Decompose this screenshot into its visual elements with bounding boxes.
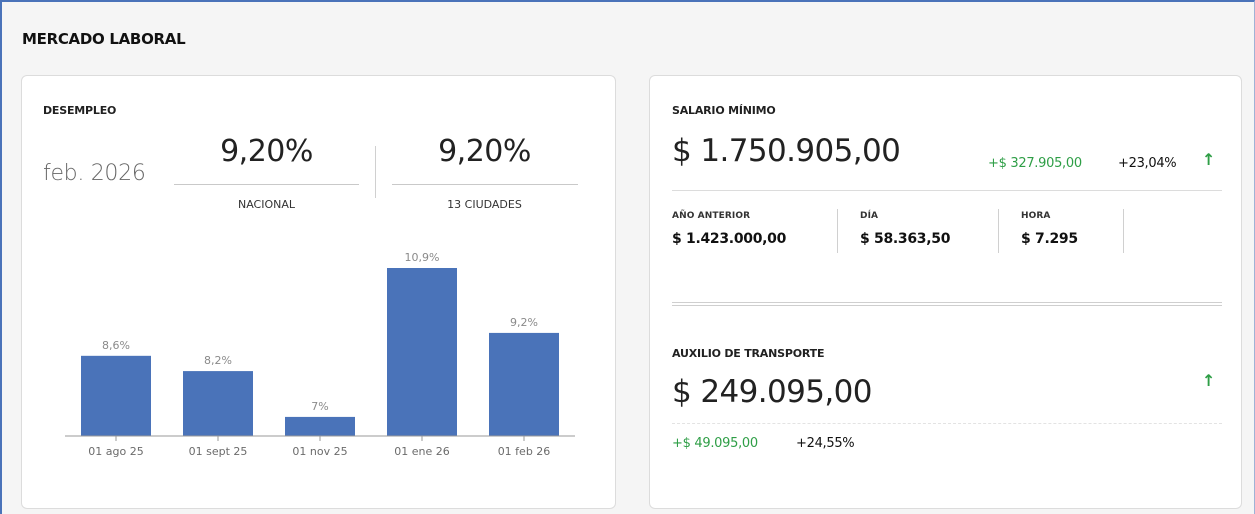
bar-value-label-2: 7% <box>311 400 328 413</box>
salario-arrow-up-icon: ↑ <box>1202 150 1216 169</box>
anterior-label: AÑO ANTERIOR <box>672 211 751 221</box>
bar-2[interactable] <box>285 416 355 436</box>
transporte-value: $ 249.095,00 <box>672 374 872 410</box>
bar-value-label-4: 9,2% <box>510 316 538 329</box>
desempleo-card: DESEMPLEO feb. 2026 9,20% NACIONAL 9,20%… <box>21 75 616 509</box>
x-tick-label-2: 01 nov 25 <box>292 445 347 458</box>
hora-value: $ 7.295 <box>1021 231 1078 247</box>
transporte-title: AUXILIO DE TRANSPORTE <box>672 347 825 360</box>
mercado-laboral-panel: MERCADO LABORAL DESEMPLEO feb. 2026 9,20… <box>0 0 1255 514</box>
x-tick-label-0: 01 ago 25 <box>88 445 143 458</box>
transporte-delta-abs: +$ 49.095,00 <box>672 436 758 451</box>
salario-divider <box>672 190 1222 191</box>
salario-delta-abs: +$ 327.905,00 <box>988 156 1082 171</box>
bar-4[interactable] <box>489 332 559 436</box>
x-tick-label-1: 01 sept 25 <box>189 445 248 458</box>
anterior-value: $ 1.423.000,00 <box>672 231 787 247</box>
section-title: MERCADO LABORAL <box>22 30 186 48</box>
bar-1[interactable] <box>183 371 253 436</box>
dia-value: $ 58.363,50 <box>860 231 951 247</box>
transporte-delta-pct: +24,55% <box>796 436 855 451</box>
sub-divider-3 <box>1123 209 1124 253</box>
salario-value: $ 1.750.905,00 <box>672 133 901 169</box>
bar-0[interactable] <box>81 355 151 436</box>
section-separator-bottom <box>672 305 1222 306</box>
bar-3[interactable] <box>387 268 457 436</box>
transporte-arrow-up-icon: ↑ <box>1202 371 1216 390</box>
salario-delta-pct: +23,04% <box>1118 156 1177 171</box>
x-tick-label-3: 01 ene 26 <box>394 445 450 458</box>
sub-divider-2 <box>998 209 999 253</box>
x-tick-label-4: 01 feb 26 <box>498 445 551 458</box>
salario-title: SALARIO MÍNIMO <box>672 104 776 117</box>
bar-value-label-1: 8,2% <box>204 354 232 367</box>
bar-value-label-3: 10,9% <box>405 251 440 264</box>
dia-label: DÍA <box>860 211 879 221</box>
desempleo-bar-chart: 8,6% 8,2% 7% 10,9% 9,2% 01 ago 25 01 sept 25 0… <box>65 251 575 458</box>
bar-value-label-0: 8,6% <box>102 339 130 352</box>
section-separator-top <box>672 302 1222 303</box>
sub-divider-1 <box>837 209 838 253</box>
transporte-dashed-divider <box>672 423 1222 424</box>
hora-label: HORA <box>1021 211 1051 221</box>
salario-card: SALARIO MÍNIMO $ 1.750.905,00 +$ 327.905… <box>649 75 1242 509</box>
